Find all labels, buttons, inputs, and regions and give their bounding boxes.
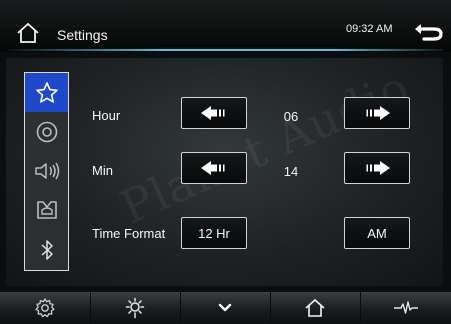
nav-item-favorites[interactable] xyxy=(25,73,68,112)
hour-increase-button[interactable] xyxy=(344,97,410,129)
min-decrease-button[interactable] xyxy=(181,152,247,184)
header-bar: Settings 09:32 AM xyxy=(0,0,451,52)
min-value: 14 xyxy=(283,164,299,179)
time-format-label: Time Format xyxy=(92,226,166,241)
time-format-button[interactable]: 12 Hr xyxy=(181,217,247,249)
home-button[interactable] xyxy=(270,292,360,324)
bluetooth-icon xyxy=(40,239,53,260)
toolbar-divider xyxy=(90,292,91,324)
home-icon xyxy=(305,298,325,317)
nav-item-disc[interactable] xyxy=(25,112,68,151)
am-pm-button[interactable]: AM xyxy=(344,217,410,249)
arrow-right-icon xyxy=(366,161,390,175)
hour-label: Hour xyxy=(92,108,121,123)
collapse-button[interactable] xyxy=(180,292,270,324)
brightness-button[interactable] xyxy=(90,292,180,324)
hour-value: 06 xyxy=(283,109,299,124)
settings-category-nav xyxy=(24,72,69,271)
star-icon xyxy=(35,81,58,103)
home-icon[interactable] xyxy=(16,22,40,44)
arrow-left-icon xyxy=(201,161,225,175)
min-increase-button[interactable] xyxy=(344,152,410,184)
settings-screen: Settings 09:32 AM Planet Audio Hour 06 M… xyxy=(0,0,451,324)
equalizer-icon xyxy=(393,301,418,314)
toolbar-divider xyxy=(360,292,361,324)
nav-item-bluetooth[interactable] xyxy=(25,230,68,269)
nav-item-audio[interactable] xyxy=(25,151,68,190)
steering-wheel-control-icon xyxy=(36,200,57,219)
settings-button[interactable] xyxy=(0,292,90,324)
chevron-down-icon xyxy=(218,303,232,312)
gear-icon xyxy=(35,298,55,318)
arrow-right-icon xyxy=(366,106,390,120)
clock-display: 09:32 AM xyxy=(346,23,393,35)
equalizer-button[interactable] xyxy=(360,292,451,324)
arrow-left-icon xyxy=(201,106,225,120)
brightness-icon xyxy=(125,297,145,319)
header-divider xyxy=(8,49,443,51)
bottom-toolbar xyxy=(0,292,451,324)
back-arrow-icon[interactable] xyxy=(412,20,444,42)
min-label: Min xyxy=(92,163,113,178)
hour-decrease-button[interactable] xyxy=(181,97,247,129)
page-title: Settings xyxy=(57,27,108,43)
nav-item-steering-control[interactable] xyxy=(25,190,68,229)
speaker-volume-icon xyxy=(34,162,59,179)
toolbar-divider xyxy=(180,292,181,324)
toolbar-divider xyxy=(270,292,271,324)
disc-icon xyxy=(36,121,57,142)
